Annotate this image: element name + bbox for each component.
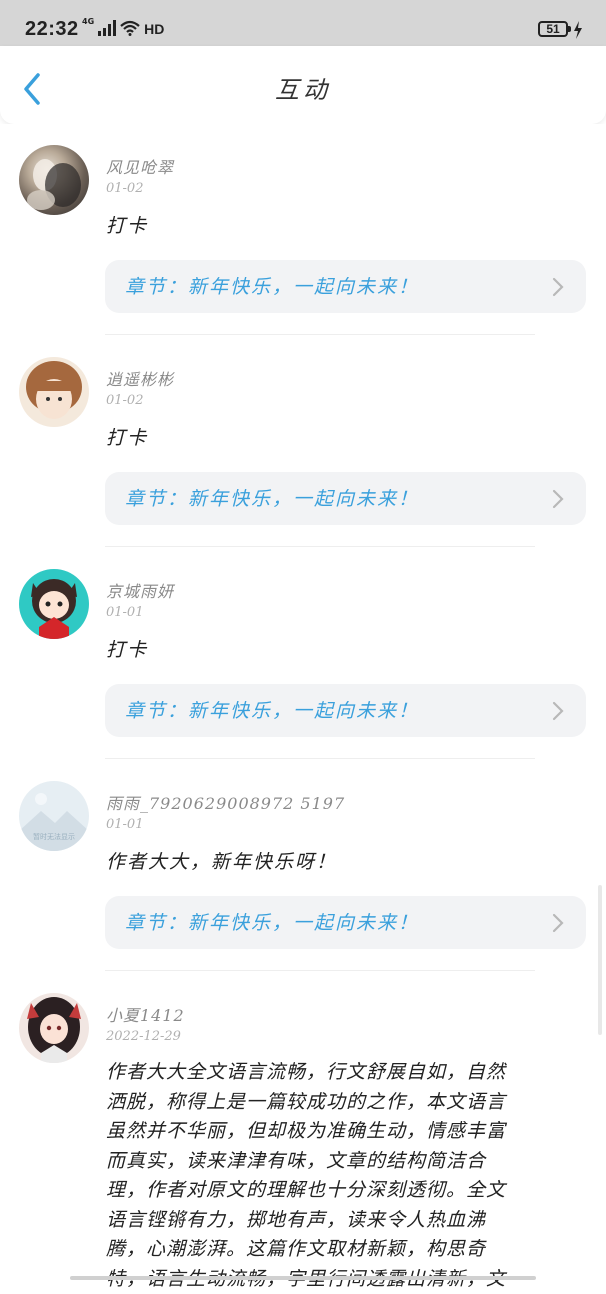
post-date: 2022-12-29 bbox=[106, 1029, 181, 1044]
divider bbox=[105, 758, 535, 759]
signal-icon bbox=[98, 20, 116, 36]
user-name[interactable]: 逍遥彬彬 bbox=[106, 366, 174, 390]
comment-text-long: 作者大大全文语言流畅，行文舒展自如，自然 洒脱，称得上是一篇较成功的之作，本文语… bbox=[106, 1058, 586, 1294]
divider bbox=[105, 334, 535, 335]
user-name[interactable]: 风见呛翠 bbox=[106, 154, 174, 178]
page-title: 互动 bbox=[0, 70, 606, 105]
avatar[interactable] bbox=[19, 145, 89, 215]
battery-percent: 51 bbox=[540, 22, 566, 36]
battery-icon: 51 bbox=[538, 21, 568, 37]
hd-indicator: HD bbox=[144, 22, 164, 36]
avatar[interactable] bbox=[19, 569, 89, 639]
charging-icon bbox=[573, 21, 583, 39]
chapter-link[interactable]: 章节：新年快乐，一起向未来！ bbox=[105, 472, 586, 525]
comment-line: 腾，心潮澎湃。这篇作文取材新颖，构思奇 bbox=[106, 1235, 586, 1265]
avatar[interactable] bbox=[19, 357, 89, 427]
comment-text: 打卡 bbox=[106, 635, 576, 665]
comment-line: 而真实，读来津津有味，文章的结构简洁合 bbox=[106, 1147, 586, 1177]
header: 互动 bbox=[0, 46, 606, 124]
post-date: 01-02 bbox=[106, 181, 143, 196]
comment-text: 作者大大，新年快乐呀！ bbox=[106, 847, 576, 877]
wifi-icon bbox=[120, 20, 140, 36]
avatar-caption: 暂时无法显示 bbox=[19, 832, 89, 842]
chapter-title: 章节：新年快乐，一起向未来！ bbox=[125, 484, 419, 511]
chevron-right-icon bbox=[552, 277, 564, 297]
network-type: 4G bbox=[82, 18, 94, 26]
comment-list: 风见呛翠 01-02 打卡 章节：新年快乐，一起向未来！ 逍遥彬彬 01-02 … bbox=[0, 124, 606, 1280]
divider bbox=[105, 970, 535, 971]
status-bar: 22:32 4G HD 51 bbox=[0, 0, 606, 46]
avatar[interactable] bbox=[19, 993, 89, 1063]
comment-line: 虽然并不华丽，但却极为准确生动，情感丰富 bbox=[106, 1117, 586, 1147]
chapter-link[interactable]: 章节：新年快乐，一起向未来！ bbox=[105, 896, 586, 949]
user-name[interactable]: 雨雨_7920629008972 5197 bbox=[106, 790, 345, 814]
chapter-title: 章节：新年快乐，一起向未来！ bbox=[125, 272, 419, 299]
status-time: 22:32 bbox=[25, 18, 79, 41]
comment-line: 作者大大全文语言流畅，行文舒展自如，自然 bbox=[106, 1058, 586, 1088]
chevron-right-icon bbox=[552, 913, 564, 933]
comment-line: 理，作者对原文的理解也十分深刻透彻。全文 bbox=[106, 1176, 586, 1206]
user-name[interactable]: 小夏1412 bbox=[106, 1002, 185, 1026]
chapter-link[interactable]: 章节：新年快乐，一起向未来！ bbox=[105, 260, 586, 313]
comment-text: 打卡 bbox=[106, 211, 576, 241]
status-icons: 4G HD bbox=[82, 20, 164, 36]
post-date: 01-01 bbox=[106, 817, 143, 832]
comment-line: 洒脱，称得上是一篇较成功的之作，本文语言 bbox=[106, 1088, 586, 1118]
scrollbar[interactable] bbox=[598, 885, 602, 1035]
home-indicator bbox=[70, 1276, 536, 1280]
avatar[interactable]: 暂时无法显示 bbox=[19, 781, 89, 851]
chevron-right-icon bbox=[552, 489, 564, 509]
post-date: 01-02 bbox=[106, 393, 143, 408]
post-date: 01-01 bbox=[106, 605, 143, 620]
chevron-right-icon bbox=[552, 701, 564, 721]
chapter-title: 章节：新年快乐，一起向未来！ bbox=[125, 908, 419, 935]
chapter-link[interactable]: 章节：新年快乐，一起向未来！ bbox=[105, 684, 586, 737]
user-name[interactable]: 京城雨妍 bbox=[106, 578, 174, 602]
chapter-title: 章节：新年快乐，一起向未来！ bbox=[125, 696, 419, 723]
divider bbox=[105, 546, 535, 547]
comment-line: 语言铿锵有力，掷地有声，读来令人热血沸 bbox=[106, 1206, 586, 1236]
comment-text: 打卡 bbox=[106, 423, 576, 453]
